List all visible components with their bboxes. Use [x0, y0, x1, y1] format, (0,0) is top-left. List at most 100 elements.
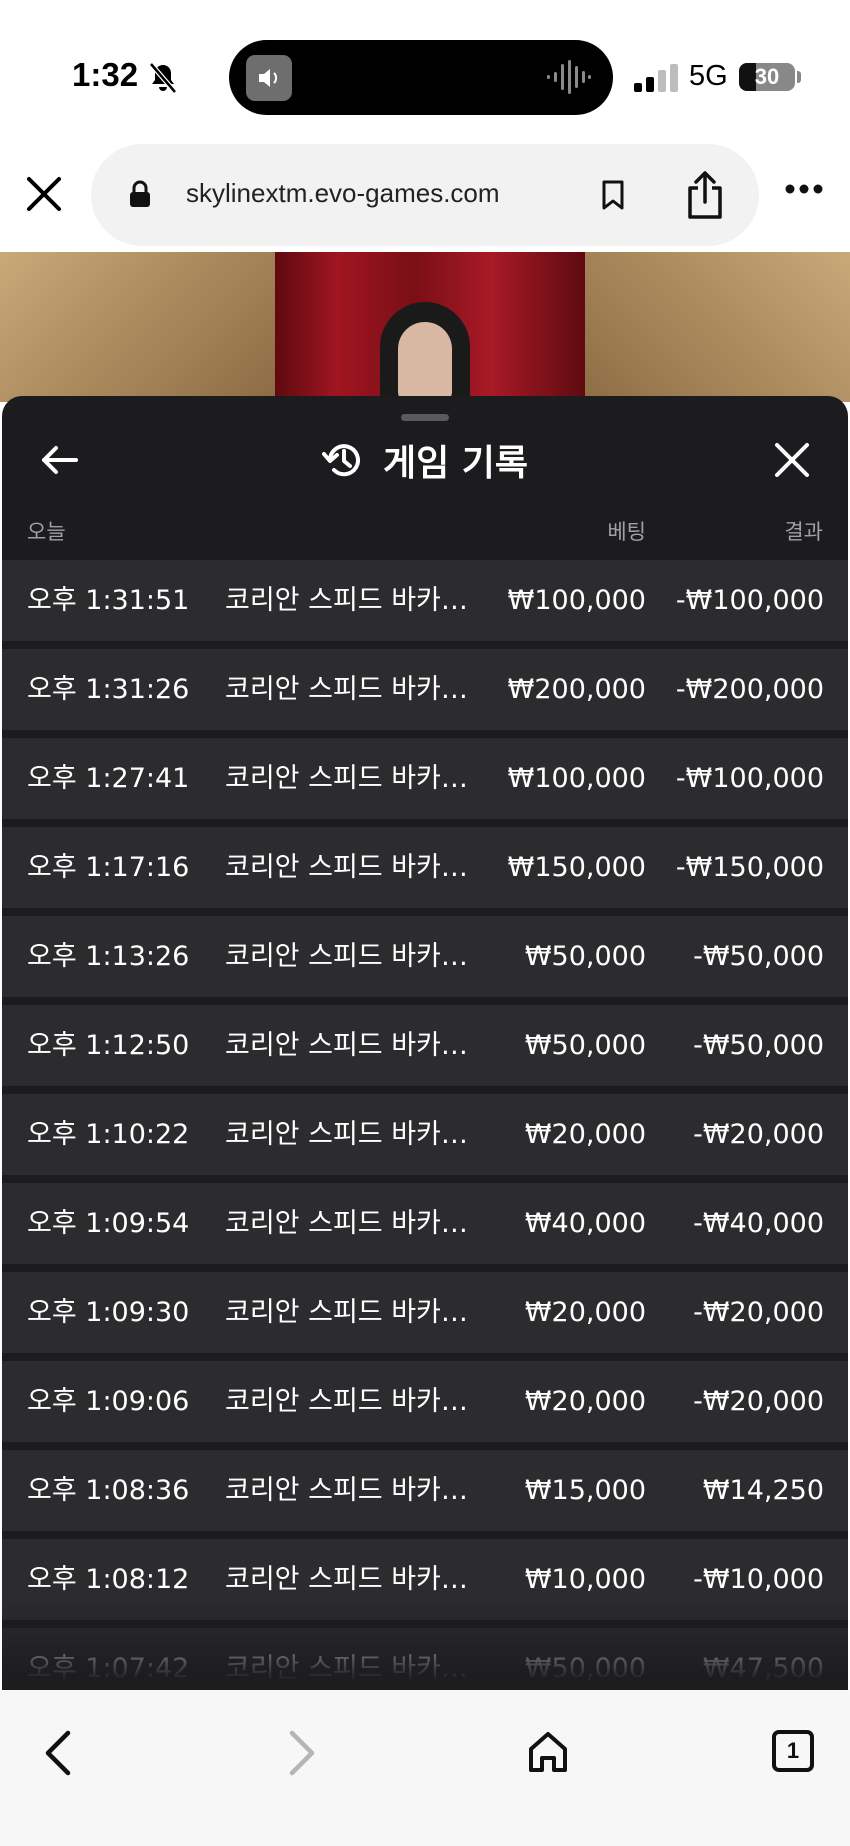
- history-row[interactable]: 오후 1:08:12 코리안 스피드 바카라 B ₩10,000 -₩10,00…: [2, 1539, 848, 1620]
- row-game: 코리안 스피드 바카라 B: [225, 1208, 487, 1239]
- close-icon[interactable]: [24, 174, 64, 214]
- row-game: 코리안 스피드 바카라 B: [225, 1386, 487, 1417]
- row-result: -₩50,000: [693, 941, 824, 972]
- history-row[interactable]: 오후 1:09:06 코리안 스피드 바카라 B ₩20,000 -₩20,00…: [2, 1361, 848, 1442]
- chevron-left-icon[interactable]: [40, 1728, 76, 1778]
- history-row[interactable]: 오후 1:08:36 코리안 스피드 바카라 B ₩15,000 ₩14,250: [2, 1450, 848, 1531]
- row-result: -₩20,000: [693, 1386, 824, 1417]
- history-row[interactable]: 오후 1:31:26 코리안 스피드 바카라 B ₩200,000 -₩200,…: [2, 649, 848, 730]
- battery-icon: 30: [739, 63, 795, 91]
- history-list: 오후 1:31:51 코리안 스피드 바카라 B ₩100,000 -₩100,…: [2, 560, 848, 1690]
- row-game: 코리안 스피드 바카라 B: [225, 1564, 487, 1595]
- history-row[interactable]: 오후 1:09:54 코리안 스피드 바카라 B ₩40,000 -₩40,00…: [2, 1183, 848, 1264]
- row-result: -₩50,000: [693, 1030, 824, 1061]
- row-time: 오후 1:10:22: [27, 1119, 190, 1150]
- close-icon[interactable]: [772, 440, 812, 480]
- game-history-panel: 게임 기록 오늘 베팅 결과 오후 1:31:51 코리안 스피드 바카라 B …: [2, 396, 848, 1690]
- battery-cap: [797, 71, 801, 83]
- row-bet: ₩20,000: [524, 1386, 646, 1417]
- row-time: 오후 1:27:41: [27, 763, 190, 794]
- row-game: 코리안 스피드 바카라...: [225, 1030, 487, 1061]
- row-result: -₩20,000: [693, 1119, 824, 1150]
- row-bet: ₩50,000: [524, 941, 646, 972]
- row-time: 오후 1:12:50: [27, 1030, 190, 1061]
- row-result: -₩150,000: [675, 852, 824, 883]
- row-time: 오후 1:31:51: [27, 585, 190, 616]
- row-time: 오후 1:13:26: [27, 941, 190, 972]
- row-game: 코리안 스피드 바카라 B: [225, 585, 487, 616]
- row-bet: ₩20,000: [524, 1119, 646, 1150]
- address-bar[interactable]: skylinextm.evo-games.com: [91, 144, 759, 246]
- panel-title: 게임 기록: [383, 443, 529, 484]
- row-bet: ₩150,000: [507, 852, 646, 883]
- row-result: -₩100,000: [675, 763, 824, 794]
- history-row[interactable]: 오후 1:13:26 코리안 스피드 바카라 B ₩50,000 -₩50,00…: [2, 916, 848, 997]
- column-header-result: 결과: [784, 520, 823, 544]
- history-row[interactable]: 오후 1:10:22 코리안 스피드 바카라 B ₩20,000 -₩20,00…: [2, 1094, 848, 1175]
- row-result: -₩10,000: [693, 1564, 824, 1595]
- row-time: 오후 1:17:16: [27, 852, 190, 883]
- status-bar: 1:32 5G 30: [0, 0, 850, 140]
- row-game: 코리안 스피드 바카라...: [225, 852, 487, 883]
- battery-level: 30: [754, 64, 780, 89]
- chevron-right-icon[interactable]: [284, 1728, 320, 1778]
- speaker-icon: [246, 55, 292, 101]
- drag-handle[interactable]: [401, 414, 449, 421]
- more-icon[interactable]: [784, 182, 824, 196]
- row-time: 오후 1:31:26: [27, 674, 190, 705]
- column-header-bet: 베팅: [607, 520, 646, 544]
- history-row[interactable]: 오후 1:09:30 코리안 스피드 바카라 B ₩20,000 -₩20,00…: [2, 1272, 848, 1353]
- panel-header: 게임 기록: [2, 434, 848, 490]
- url-text: skylinextm.evo-games.com: [186, 178, 500, 208]
- row-result: ₩14,250: [702, 1475, 824, 1506]
- history-row[interactable]: 오후 1:17:16 코리안 스피드 바카라... ₩150,000 -₩150…: [2, 827, 848, 908]
- row-result: -₩40,000: [693, 1208, 824, 1239]
- history-row[interactable]: 오후 1:31:51 코리안 스피드 바카라 B ₩100,000 -₩100,…: [2, 560, 848, 641]
- tabs-icon[interactable]: 1: [772, 1730, 814, 1772]
- network-label: 5G: [689, 60, 728, 92]
- history-row[interactable]: 오후 1:07:42 코리안 스피드 바카라 B ₩50,000 ₩47,500: [2, 1628, 848, 1690]
- row-time: 오후 1:09:54: [27, 1208, 190, 1239]
- history-row[interactable]: 오후 1:12:50 코리안 스피드 바카라... ₩50,000 -₩50,0…: [2, 1005, 848, 1086]
- row-bet: ₩50,000: [524, 1030, 646, 1061]
- live-video: [0, 252, 850, 402]
- row-game: 코리안 스피드 바카라 B: [225, 674, 487, 705]
- row-game: 코리안 스피드 바카라 B: [225, 1297, 487, 1328]
- status-time: 1:32: [72, 56, 139, 93]
- home-icon[interactable]: [527, 1730, 569, 1774]
- row-bet: ₩200,000: [507, 674, 646, 705]
- row-result: ₩47,500: [702, 1653, 824, 1684]
- history-row[interactable]: 오후 1:27:41 코리안 스피드 바카라... ₩100,000 -₩100…: [2, 738, 848, 819]
- row-bet: ₩15,000: [524, 1475, 646, 1506]
- row-game: 코리안 스피드 바카라 B: [225, 1653, 487, 1684]
- row-bet: ₩40,000: [524, 1208, 646, 1239]
- row-bet: ₩20,000: [524, 1297, 646, 1328]
- bell-slash-icon: [149, 62, 177, 94]
- row-time: 오후 1:08:36: [27, 1475, 190, 1506]
- lock-icon: [130, 180, 150, 207]
- browser-toolbar: 1: [0, 1690, 850, 1846]
- row-time: 오후 1:08:12: [27, 1564, 190, 1595]
- bookmark-icon[interactable]: [601, 180, 625, 210]
- row-game: 코리안 스피드 바카라 B: [225, 1475, 487, 1506]
- row-time: 오후 1:09:06: [27, 1386, 190, 1417]
- row-result: -₩200,000: [675, 674, 824, 705]
- column-header-date: 오늘: [27, 520, 66, 544]
- signal-icon: [634, 64, 678, 92]
- row-result: -₩20,000: [693, 1297, 824, 1328]
- row-time: 오후 1:09:30: [27, 1297, 190, 1328]
- waveform-icon: [547, 60, 591, 94]
- row-game: 코리안 스피드 바카라 B: [225, 941, 487, 972]
- video-decor-left: [0, 252, 280, 402]
- row-bet: ₩100,000: [507, 585, 646, 616]
- row-bet: ₩50,000: [524, 1653, 646, 1684]
- browser-bar: skylinextm.evo-games.com: [0, 140, 850, 252]
- share-icon[interactable]: [685, 170, 725, 220]
- history-icon: [321, 444, 360, 477]
- row-bet: ₩100,000: [507, 763, 646, 794]
- row-bet: ₩10,000: [524, 1564, 646, 1595]
- row-game: 코리안 스피드 바카라 B: [225, 1119, 487, 1150]
- row-result: -₩100,000: [675, 585, 824, 616]
- dynamic-island: [229, 40, 613, 115]
- dealer-face: [398, 322, 452, 402]
